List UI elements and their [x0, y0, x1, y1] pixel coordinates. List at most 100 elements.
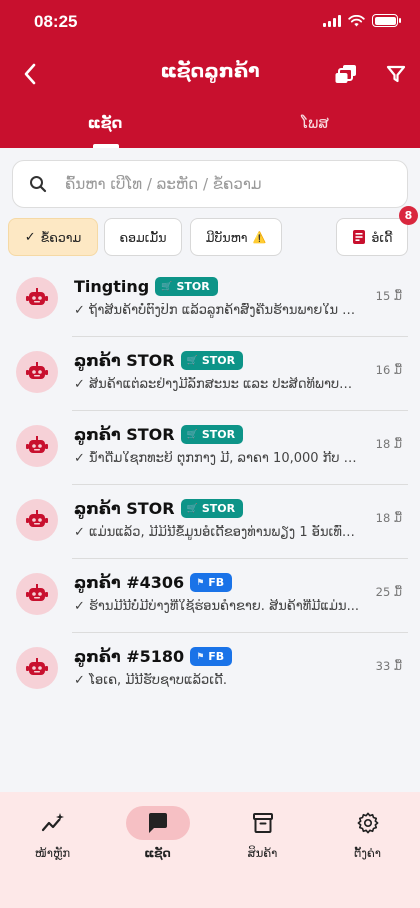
orders-count-badge: 8 — [399, 206, 418, 225]
channel-badge: ⚑ FB — [190, 647, 233, 666]
channel-icon: ⚑ — [196, 651, 205, 662]
message-time: 25 ມື້ — [375, 585, 402, 599]
bot-avatar-icon — [26, 510, 48, 527]
channel-label: STOR — [201, 502, 236, 515]
channel-badge: 🛒 STOR — [180, 499, 244, 518]
archive-box-icon — [252, 813, 273, 833]
avatar — [16, 277, 58, 319]
conversation-row[interactable]: ລູກຄ້າ #5180 ⚑ FB ✓ ໂອເຄ, ມີນີຮັບຊາບແລ້ວເດີ… — [0, 632, 420, 706]
message-time: 18 ມື້ — [375, 511, 402, 525]
channel-icon: 🛒 — [186, 503, 198, 514]
nav-label-dashboard: ໜ້າຫຼັກ — [34, 846, 71, 860]
message-preview: ✓ ສິນຄ້າແຕ່ລະຢ່າງມີລັກສະນະ ແລະ ປະສິດທິພາ… — [74, 377, 360, 392]
tab-bar: ແຊັດ ໂພສ — [0, 108, 420, 148]
message-preview: ✓ ຮ້ານມີນີບໍ່ມີບ່າງທີ່ໃຊ້ຮ່ອນຄຳຂາຍ. ສິນຄ… — [74, 599, 359, 614]
tab-indicator — [93, 144, 119, 148]
filter-chip-comment[interactable]: ຄອມເມັ້ນ — [104, 218, 182, 256]
check-icon: ✓ — [24, 229, 36, 245]
channel-badge: 🛒 STOR — [155, 277, 218, 296]
bottom-nav: ໜ້າຫຼັກ ແຊັດ ສິນຄ້າ ຕັ້ງຄ່າ — [0, 792, 420, 908]
tab-chat[interactable]: ແຊັດ — [0, 108, 210, 148]
message-preview: ✓ ນ້ຳດື່ມໃຊກທະຍິ ຕຸກກາງ ມີ, ລາຄາ 10,000 … — [74, 451, 360, 466]
receipt-icon — [352, 230, 365, 244]
nav-item-settings[interactable]: ຕັ້ງຄ່າ — [315, 806, 420, 860]
channel-badge: ⚑ FB — [190, 573, 233, 592]
nav-item-dashboard[interactable]: ໜ້າຫຼັກ — [0, 806, 105, 860]
status-bar: 08:25 — [0, 0, 420, 44]
orders-label: ອໍເດີ້ — [371, 229, 393, 245]
stacked-windows-icon — [335, 65, 356, 83]
conversation-list: Tingting 🛒 STOR ✓ ຖ້າສິນຄ້າບໍ່ຕົງປົກ ແລ້ວລູ… — [0, 262, 420, 706]
nav-label-chat: ແຊັດ — [144, 846, 171, 860]
status-time: 08:25 — [34, 12, 78, 31]
channel-label: FB — [208, 650, 225, 663]
filter-funnel-icon — [386, 65, 406, 83]
channel-label: STOR — [201, 428, 236, 441]
customer-name: ລູກຄ້າ STOR — [74, 351, 175, 370]
avatar — [16, 647, 58, 689]
channel-icon: 🛒 — [186, 429, 198, 440]
message-time: 15 ມື້ — [375, 289, 402, 303]
channel-icon: 🛒 — [161, 281, 173, 292]
channel-label: FB — [208, 576, 225, 589]
status-icons — [323, 14, 401, 27]
nav-label-settings: ຕັ້ງຄ່າ — [353, 846, 382, 860]
avatar — [16, 425, 58, 467]
search-icon — [30, 176, 47, 193]
channel-label: STOR — [201, 354, 236, 367]
channel-icon: ⚑ — [196, 577, 205, 588]
conversation-row[interactable]: ລູກຄ້າ STOR 🛒 STOR ✓ ແມ່ນແລ້ວ, ມີມິນີຂໍ້ມູນ… — [0, 484, 420, 558]
customer-name: ລູກຄ້າ STOR — [74, 425, 175, 444]
bot-avatar-icon — [26, 584, 48, 601]
nav-label-products: ສິນຄ້າ — [247, 846, 278, 860]
back-button[interactable] — [14, 58, 46, 90]
message-preview: ✓ ຖ້າສິນຄ້າບໍ່ຕົງປົກ ແລ້ວລູກຄ້າສົ່ງຄືນຮ້… — [74, 303, 360, 318]
message-time: 33 ມື້ — [375, 659, 402, 673]
message-time: 18 ມື້ — [375, 437, 402, 451]
message-preview: ✓ ແມ່ນແລ້ວ, ມີມິນີຂໍ້ມູນອໍເດີ້ຂອງທ່ານພຽງ… — [74, 525, 360, 540]
cellular-signal-icon — [323, 14, 341, 27]
bot-avatar-icon — [26, 362, 48, 379]
filter-button[interactable] — [380, 58, 412, 90]
customer-name: ລູກຄ້າ STOR — [74, 499, 175, 518]
nav-item-products[interactable]: ສິນຄ້າ — [210, 806, 315, 860]
customer-name: ລູກຄ້າ #4306 — [74, 573, 185, 592]
app-header: 08:25 ແຊັດລູກຄ້າ ແຊັດ ໂພສ — [0, 0, 420, 148]
tab-posts[interactable]: ໂພສ — [210, 108, 420, 148]
bot-avatar-icon — [26, 436, 48, 453]
orders-button[interactable]: ອໍເດີ້ — [336, 218, 408, 256]
message-time: 16 ມື້ — [375, 363, 402, 377]
warning-icon: ⚠️ — [252, 230, 267, 244]
filter-chip-message-label: ຂໍ້ຄວາມ — [40, 229, 82, 245]
channel-badge: 🛒 STOR — [180, 351, 244, 370]
channel-badge: 🛒 STOR — [180, 425, 244, 444]
search-input[interactable] — [65, 171, 395, 197]
customer-name: ລູກຄ້າ #5180 — [74, 647, 185, 666]
bot-avatar-icon — [26, 658, 48, 675]
avatar — [16, 499, 58, 541]
channel-label: STOR — [176, 280, 210, 293]
chevron-left-icon — [24, 63, 36, 85]
nav-item-chat[interactable]: ແຊັດ — [105, 806, 210, 860]
conversation-row[interactable]: ລູກຄ້າ STOR 🛒 STOR ✓ ນ້ຳດື່ມໃຊກທະຍິ ຕຸກກາງ … — [0, 410, 420, 484]
message-preview: ✓ ໂອເຄ, ມີນີຮັບຊາບແລ້ວເດີ້. — [74, 673, 227, 688]
filter-chip-problem[interactable]: ມີບັນຫາ ⚠️ — [190, 218, 282, 256]
bot-avatar-icon — [26, 288, 48, 305]
nav-bar: ແຊັດລູກຄ້າ — [0, 52, 420, 96]
conversation-row[interactable]: Tingting 🛒 STOR ✓ ຖ້າສິນຄ້າບໍ່ຕົງປົກ ແລ້ວລູ… — [0, 262, 420, 336]
filter-chip-message[interactable]: ✓ ຂໍ້ຄວາມ — [8, 218, 98, 256]
channel-icon: 🛒 — [186, 355, 198, 366]
search-box — [12, 160, 408, 208]
avatar — [16, 351, 58, 393]
page-title: ແຊັດລູກຄ້າ — [160, 60, 260, 82]
sparkle-chart-icon — [41, 813, 64, 832]
wifi-icon — [348, 14, 365, 26]
filter-chip-comment-label: ຄອມເມັ້ນ — [119, 229, 167, 245]
chat-icon — [148, 813, 167, 833]
conversation-row[interactable]: ລູກຄ້າ STOR 🛒 STOR ✓ ສິນຄ້າແຕ່ລະຢ່າງມີລັກສະ… — [0, 336, 420, 410]
battery-icon — [372, 14, 401, 27]
conversation-row[interactable]: ລູກຄ້າ #4306 ⚑ FB ✓ ຮ້ານມີນີບໍ່ມີບ່າງທີ່ໃຊ້… — [0, 558, 420, 632]
gear-icon — [357, 812, 378, 834]
multi-window-button[interactable] — [330, 58, 362, 90]
avatar — [16, 573, 58, 615]
